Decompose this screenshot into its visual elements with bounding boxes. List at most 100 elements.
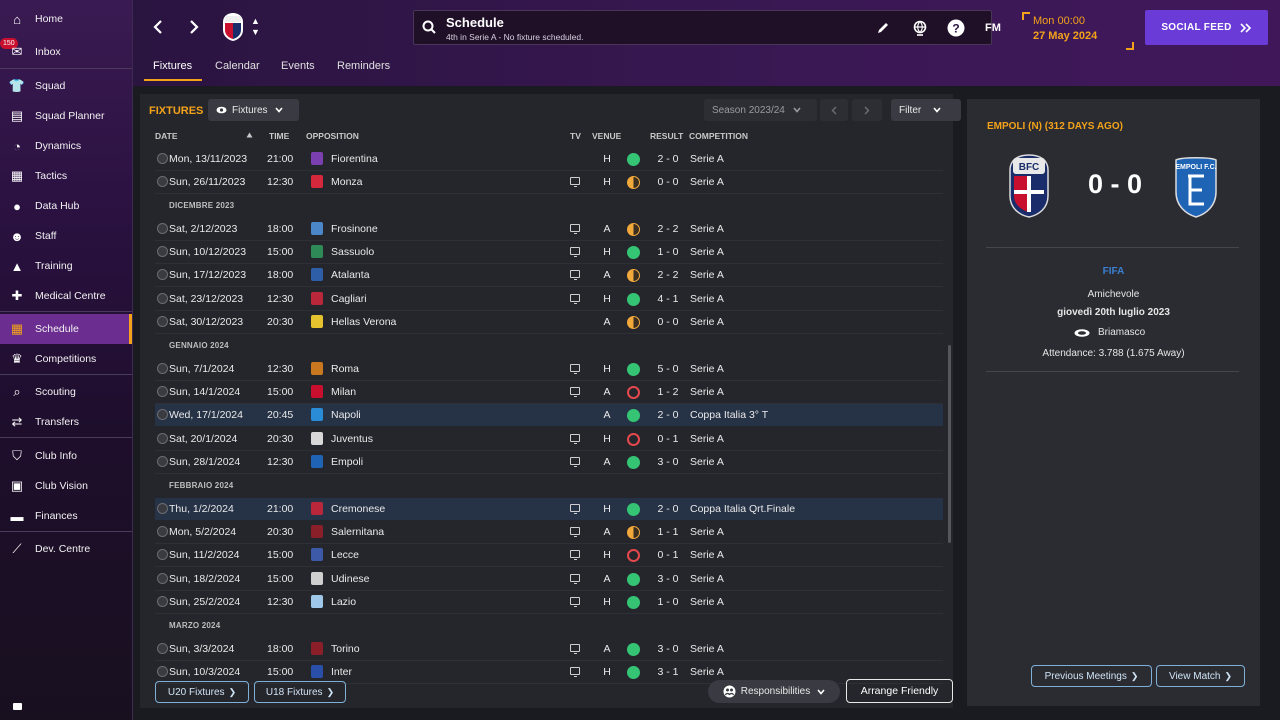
sidebar-item-data-hub[interactable]: ● Data Hub [0,191,132,221]
fixture-opponent[interactable]: Cagliari [331,293,367,305]
fixture-opponent[interactable]: Udinese [331,573,370,585]
fixture-opponent[interactable]: Lazio [331,596,356,608]
fixture-competition[interactable]: Serie A [690,456,724,468]
fixture-row[interactable]: Mon, 13/11/2023 21:00 Fiorentina H 2 - 0 Seri… [155,148,943,170]
fixture-opponent[interactable]: Cremonese [331,503,385,515]
fixture-opponent[interactable]: Roma [331,363,359,375]
fixture-competition[interactable]: Serie A [690,526,724,538]
col-time[interactable]: TIME [269,131,289,141]
back-button[interactable] [143,12,173,42]
fixture-competition[interactable]: Serie A [690,433,724,445]
sidebar-item-home[interactable]: ⌂ Home [0,4,132,34]
sidebar-item-squad-planner[interactable]: ▤ Squad Planner [0,101,132,131]
fixture-opponent[interactable]: Juventus [331,433,373,445]
fixture-row[interactable]: Sun, 3/3/2024 18:00 Torino A 3 - 0 Serie A [155,638,943,660]
help-button[interactable]: ? [946,18,966,38]
fixture-row[interactable]: Sun, 17/12/2023 18:00 Atalanta A 2 - 2 Serie … [155,264,943,286]
sidebar-item-dev-centre[interactable]: ⟋ Dev. Centre [0,534,132,564]
fixture-opponent[interactable]: Frosinone [331,223,378,235]
fixture-competition[interactable]: Serie A [690,363,724,375]
tab-reminders[interactable]: Reminders [337,60,390,72]
col-venue[interactable]: VENUE [592,131,621,141]
fixture-opponent[interactable]: Fiorentina [331,153,378,165]
social-feed-button[interactable]: SOCIAL FEED [1145,10,1268,45]
tab-events[interactable]: Events [281,60,315,72]
u20-fixtures-button[interactable]: U20 Fixtures ❯ [155,681,249,703]
fixture-competition[interactable]: Serie A [690,153,724,165]
continue-date-box[interactable]: Mon 00:00 27 May 2024 [1022,12,1134,50]
fixture-competition[interactable]: Serie A [690,549,724,561]
fixture-competition[interactable]: Serie A [690,293,724,305]
fixture-row[interactable]: Sat, 2/12/2023 18:00 Frosinone A 2 - 2 Serie … [155,218,943,240]
fixture-row[interactable]: Sun, 14/1/2024 15:00 Milan A 1 - 2 Serie A [155,381,943,403]
col-date[interactable]: DATE [155,131,178,141]
fixture-competition[interactable]: Coppa Italia 3° T [690,409,768,421]
responsibilities-button[interactable]: Responsibilities [708,680,840,703]
fixture-row[interactable]: Sun, 25/2/2024 12:30 Lazio H 1 - 0 Serie A [155,591,943,613]
fixture-row[interactable]: Sun, 18/2/2024 15:00 Udinese A 3 - 0 Serie A [155,568,943,590]
forward-button[interactable] [179,12,209,42]
sidebar-item-staff[interactable]: ☻ Staff [0,221,132,251]
sidebar-item-tactics[interactable]: ▦ Tactics [0,161,132,191]
fixture-competition[interactable]: Serie A [690,573,724,585]
fixture-opponent[interactable]: Napoli [331,409,361,421]
fixture-opponent[interactable]: Milan [331,386,356,398]
fixture-row[interactable]: Sun, 11/2/2024 15:00 Lecce H 0 - 1 Serie A [155,544,943,566]
col-opposition[interactable]: OPPOSITION [306,131,359,141]
sidebar-item-dynamics[interactable]: ◔ Dynamics [0,131,132,161]
fixture-row[interactable]: Sun, 10/12/2023 15:00 Sassuolo H 1 - 0 Serie … [155,241,943,263]
fixture-opponent[interactable]: Atalanta [331,269,370,281]
sidebar-item-medical-centre[interactable]: ✚ Medical Centre [0,281,132,311]
season-next-button[interactable] [852,99,882,121]
season-prev-button[interactable] [820,99,848,121]
tab-fixtures[interactable]: Fixtures [153,60,192,72]
sidebar-item-scouting[interactable]: ⌕ Scouting [0,377,132,407]
col-tv[interactable]: TV [570,131,581,141]
fixture-competition[interactable]: Serie A [690,269,724,281]
sidebar-item-competitions[interactable]: ♛ Competitions [0,344,132,374]
col-result[interactable]: RESULT [650,131,683,141]
fixture-row[interactable]: Sat, 30/12/2023 20:30 Hellas Verona A 0 - 0 S… [155,311,943,333]
season-dropdown[interactable]: Season 2023/24 [704,99,817,121]
tab-calendar[interactable]: Calendar [215,60,260,72]
fixture-competition[interactable]: Serie A [690,316,724,328]
sidebar-item-training[interactable]: ▲ Training [0,251,132,281]
fixture-row[interactable]: Sun, 7/1/2024 12:30 Roma H 5 - 0 Serie A [155,358,943,380]
fixture-opponent[interactable]: Sassuolo [331,246,374,258]
fixture-row[interactable]: Thu, 1/2/2024 21:00 Cremonese H 2 - 0 Coppa I… [155,498,943,520]
fixture-row[interactable]: Sat, 20/1/2024 20:30 Juventus H 0 - 1 Serie A [155,428,943,450]
fixture-row[interactable]: Sun, 28/1/2024 12:30 Empoli A 3 - 0 Serie A [155,451,943,473]
fixture-row[interactable]: Sat, 23/12/2023 12:30 Cagliari H 4 - 1 Serie … [155,288,943,310]
fixture-opponent[interactable]: Salernitana [331,526,384,538]
fixture-row[interactable]: Wed, 17/1/2024 20:45 Napoli A 2 - 0 Coppa Ita… [155,404,943,426]
fixture-competition[interactable]: Serie A [690,176,724,188]
fixture-opponent[interactable]: Empoli [331,456,363,468]
club-crest-button[interactable] [221,12,245,42]
u18-fixtures-button[interactable]: U18 Fixtures ❯ [254,681,346,703]
sidebar-item-squad[interactable]: 👕 Squad [0,71,132,101]
col-competition[interactable]: COMPETITION [689,131,748,141]
filter-button[interactable]: Filter [891,99,961,121]
sidebar-item-transfers[interactable]: ⇄ Transfers [0,407,132,437]
fixture-competition[interactable]: Serie A [690,386,724,398]
fixture-competition[interactable]: Serie A [690,246,724,258]
previous-meetings-button[interactable]: Previous Meetings ❯ [1031,665,1152,687]
fixture-competition[interactable]: Serie A [690,223,724,235]
fixture-row[interactable]: Sun, 26/11/2023 12:30 Monza H 0 - 0 Serie A [155,171,943,193]
fixtures-scrollbar[interactable] [948,345,951,543]
fixture-opponent[interactable]: Inter [331,666,352,678]
fixture-opponent[interactable]: Torino [331,643,360,655]
fixture-row[interactable]: Mon, 5/2/2024 20:30 Salernitana A 1 - 1 Serie… [155,521,943,543]
fm-menu-button[interactable]: FM [981,18,1005,38]
fixture-opponent[interactable]: Hellas Verona [331,316,396,328]
fixture-competition[interactable]: Coppa Italia Qrt.Finale [690,503,795,515]
fixture-opponent[interactable]: Monza [331,176,363,188]
sidebar-item-club-info[interactable]: ⛉ Club Info [0,441,132,471]
sidebar-item-inbox[interactable]: ✉ Inbox [0,37,132,67]
edit-button[interactable] [873,18,893,38]
fixture-opponent[interactable]: Lecce [331,549,359,561]
fixture-competition[interactable]: Serie A [690,666,724,678]
view-match-button[interactable]: View Match ❯ [1156,665,1245,687]
search-box[interactable]: Schedule 4th in Serie A - No fixture sch… [413,10,992,45]
sidebar-item-club-vision[interactable]: ▣ Club Vision [0,471,132,501]
